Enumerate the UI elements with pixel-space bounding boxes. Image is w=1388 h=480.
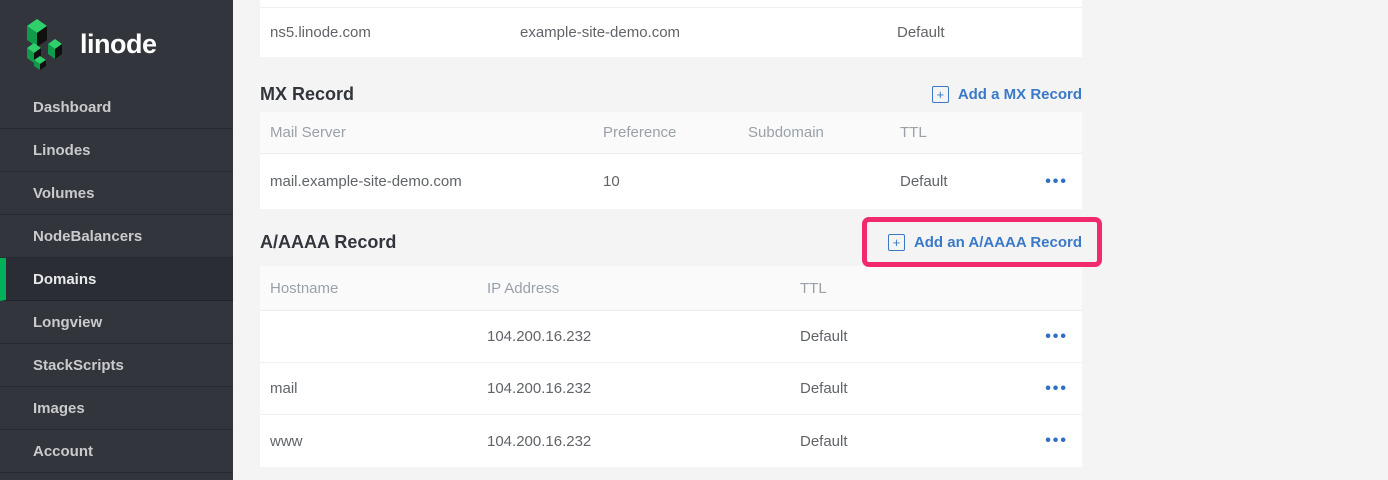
aaaa-ttl-cell: Default <box>790 328 1010 345</box>
mx-header-mail-server: Mail Server <box>260 124 593 141</box>
linode-manager: linode Dashboard Linodes Volumes NodeBal… <box>0 0 1388 480</box>
table-row: www 104.200.16.232 Default ••• <box>260 415 1082 467</box>
ns-record-table-fragment: ns5.linode.com example-site-demo.com Def… <box>260 0 1082 57</box>
ns-row-divider <box>260 0 1082 8</box>
linode-logo[interactable]: linode <box>0 0 233 72</box>
aaaa-header-ip-address: IP Address <box>477 280 790 297</box>
plus-square-icon: + <box>932 86 949 103</box>
mx-section-title: MX Record <box>260 84 354 105</box>
ellipsis-menu-icon[interactable]: ••• <box>1045 380 1068 397</box>
ns-subdomain-cell: example-site-demo.com <box>510 24 887 41</box>
mx-table-header-row: Mail Server Preference Subdomain TTL <box>260 112 1082 154</box>
sidebar-item-longview[interactable]: Longview <box>0 301 233 344</box>
aaaa-section-title: A/AAAA Record <box>260 232 396 253</box>
brand-wordmark: linode <box>80 29 157 60</box>
aaaa-ip-cell: 104.200.16.232 <box>477 380 790 397</box>
plus-square-icon: + <box>888 234 905 251</box>
linode-cubes-icon <box>26 18 68 70</box>
ellipsis-menu-icon[interactable]: ••• <box>1045 173 1068 190</box>
sidebar-item-images[interactable]: Images <box>0 387 233 430</box>
aaaa-header-hostname: Hostname <box>260 280 477 297</box>
sidebar-item-domains[interactable]: Domains <box>0 258 233 301</box>
aaaa-hostname-cell: www <box>260 433 477 450</box>
table-row: ns5.linode.com example-site-demo.com Def… <box>260 8 1082 56</box>
table-row: 104.200.16.232 Default ••• <box>260 311 1082 363</box>
mx-ttl-cell: Default <box>890 173 1010 190</box>
sidebar-item-dashboard[interactable]: Dashboard <box>0 86 233 129</box>
sidebar-item-account[interactable]: Account <box>0 430 233 473</box>
aaaa-record-table: Hostname IP Address TTL 104.200.16.232 D… <box>260 266 1082 467</box>
aaaa-table-header-row: Hostname IP Address TTL <box>260 266 1082 311</box>
mx-preference-cell: 10 <box>593 173 738 190</box>
aaaa-ttl-cell: Default <box>790 433 1010 450</box>
sidebar-item-stackscripts[interactable]: StackScripts <box>0 344 233 387</box>
mx-section-header: MX Record + Add a MX Record <box>260 76 1082 112</box>
mx-record-table: Mail Server Preference Subdomain TTL mai… <box>260 112 1082 209</box>
aaaa-ip-cell: 104.200.16.232 <box>477 328 790 345</box>
mx-mail-server-cell: mail.example-site-demo.com <box>260 173 593 190</box>
main-content: ns5.linode.com example-site-demo.com Def… <box>233 0 1388 480</box>
aaaa-header-ttl: TTL <box>790 280 1010 297</box>
mx-header-ttl: TTL <box>890 124 1010 141</box>
ellipsis-menu-icon[interactable]: ••• <box>1045 328 1068 345</box>
table-row: mail 104.200.16.232 Default ••• <box>260 363 1082 415</box>
add-mx-record-label: Add a MX Record <box>958 86 1082 103</box>
sidebar-nav: Dashboard Linodes Volumes NodeBalancers … <box>0 86 233 473</box>
ns-ttl-cell: Default <box>887 24 1082 41</box>
sidebar-item-volumes[interactable]: Volumes <box>0 172 233 215</box>
table-row: mail.example-site-demo.com 10 Default ••… <box>260 154 1082 209</box>
sidebar-item-linodes[interactable]: Linodes <box>0 129 233 172</box>
aaaa-section-header: A/AAAA Record + Add an A/AAAA Record <box>260 224 1082 261</box>
sidebar-item-nodebalancers[interactable]: NodeBalancers <box>0 215 233 258</box>
aaaa-hostname-cell: mail <box>260 380 477 397</box>
sidebar: linode Dashboard Linodes Volumes NodeBal… <box>0 0 233 480</box>
mx-header-subdomain: Subdomain <box>738 124 890 141</box>
aaaa-ip-cell: 104.200.16.232 <box>477 433 790 450</box>
add-mx-record-button[interactable]: + Add a MX Record <box>932 86 1082 103</box>
aaaa-ttl-cell: Default <box>790 380 1010 397</box>
ns-name-server-cell: ns5.linode.com <box>260 24 510 41</box>
add-aaaa-record-button[interactable]: + Add an A/AAAA Record <box>888 234 1082 251</box>
mx-header-preference: Preference <box>593 124 738 141</box>
ellipsis-menu-icon[interactable]: ••• <box>1045 432 1068 449</box>
add-aaaa-record-label: Add an A/AAAA Record <box>914 234 1082 251</box>
